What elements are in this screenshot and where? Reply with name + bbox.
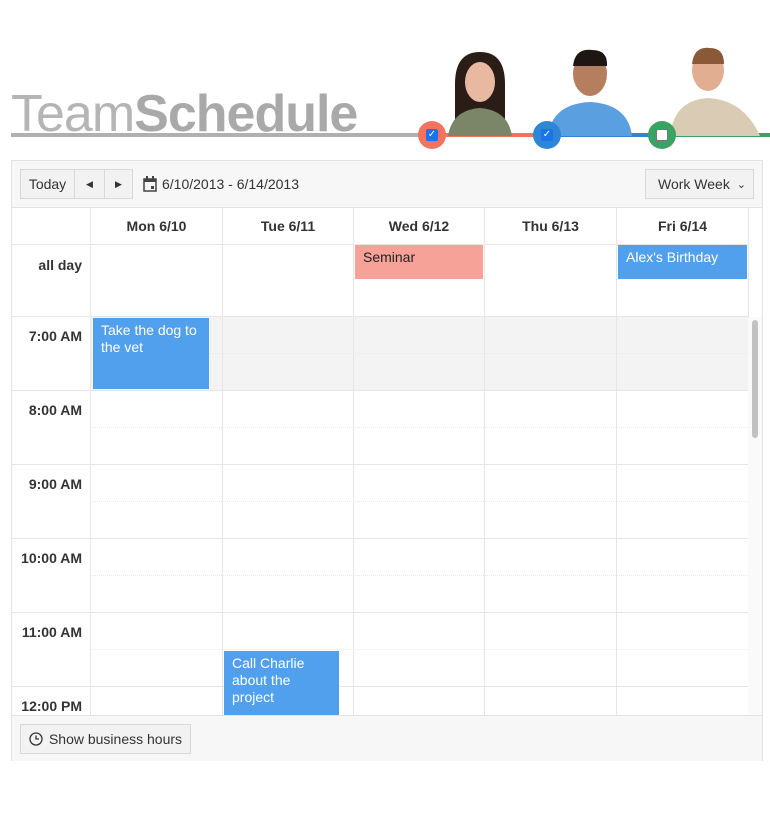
- view-select-value: Work Week: [658, 176, 730, 192]
- toolbar: Today ◀ ▶ 6/10/2013 - 6/14/2013 Work Wee…: [12, 161, 762, 208]
- divider: [90, 208, 91, 715]
- person-3-photo: [670, 47, 760, 136]
- time-label: 10:00 AM: [21, 550, 82, 566]
- person-1-photo: [448, 52, 512, 136]
- time-label: 8:00 AM: [28, 402, 82, 418]
- divider: [90, 575, 748, 576]
- chevron-down-icon: ⌄: [736, 178, 746, 191]
- day-header: Mon 6/10: [90, 208, 222, 244]
- divider: [90, 427, 748, 428]
- divider: [616, 208, 617, 715]
- divider: [90, 501, 748, 502]
- divider: [12, 538, 748, 539]
- scheduler: Today ◀ ▶ 6/10/2013 - 6/14/2013 Work Wee…: [11, 160, 763, 761]
- footer: Show business hours: [12, 715, 762, 761]
- show-business-hours-label: Show business hours: [48, 731, 183, 747]
- view-select[interactable]: Work Week ⌄: [645, 169, 754, 199]
- time-label: 9:00 AM: [28, 476, 82, 492]
- divider: [222, 208, 223, 715]
- event-take-dog-to-vet[interactable]: Take the dog to the vet: [93, 318, 209, 389]
- day-header: Wed 6/12: [353, 208, 484, 244]
- clock-icon: [29, 732, 43, 746]
- person-2-toggle[interactable]: ✓: [533, 121, 561, 149]
- date-range[interactable]: 6/10/2013 - 6/14/2013: [162, 176, 299, 192]
- checkbox-checked-icon: ✓: [426, 129, 438, 141]
- all-day-label: all day: [38, 257, 82, 273]
- calendar-icon[interactable]: [143, 176, 157, 192]
- prev-button[interactable]: ◀: [74, 169, 105, 199]
- time-label: 12:00 PM: [21, 698, 82, 714]
- divider: [12, 464, 748, 465]
- next-button[interactable]: ▶: [104, 169, 133, 199]
- event-seminar[interactable]: Seminar: [355, 245, 483, 279]
- today-button[interactable]: Today: [20, 169, 75, 199]
- checkbox-unchecked-icon: [656, 129, 668, 141]
- time-label: 11:00 AM: [21, 624, 82, 640]
- person-2-photo: [548, 49, 632, 136]
- checkbox-checked-icon: ✓: [541, 129, 553, 141]
- day-header: Fri 6/14: [616, 208, 748, 244]
- day-header: Thu 6/13: [484, 208, 616, 244]
- scrollbar-thumb[interactable]: [752, 320, 758, 438]
- divider: [90, 649, 748, 650]
- time-label: 7:00 AM: [28, 328, 82, 344]
- person-1-toggle[interactable]: ✓: [418, 121, 446, 149]
- event-call-charlie[interactable]: Call Charlie about the project: [224, 651, 339, 715]
- divider: [353, 208, 354, 715]
- divider: [12, 390, 748, 391]
- event-alex-birthday[interactable]: Alex's Birthday: [618, 245, 747, 279]
- person-3-toggle[interactable]: [648, 121, 676, 149]
- day-header: Tue 6/11: [222, 208, 353, 244]
- logo-underline: [11, 133, 431, 137]
- scrollbar[interactable]: [748, 317, 762, 715]
- show-business-hours-button[interactable]: Show business hours: [20, 724, 191, 754]
- divider: [484, 208, 485, 715]
- divider: [12, 686, 748, 687]
- divider: [12, 612, 748, 613]
